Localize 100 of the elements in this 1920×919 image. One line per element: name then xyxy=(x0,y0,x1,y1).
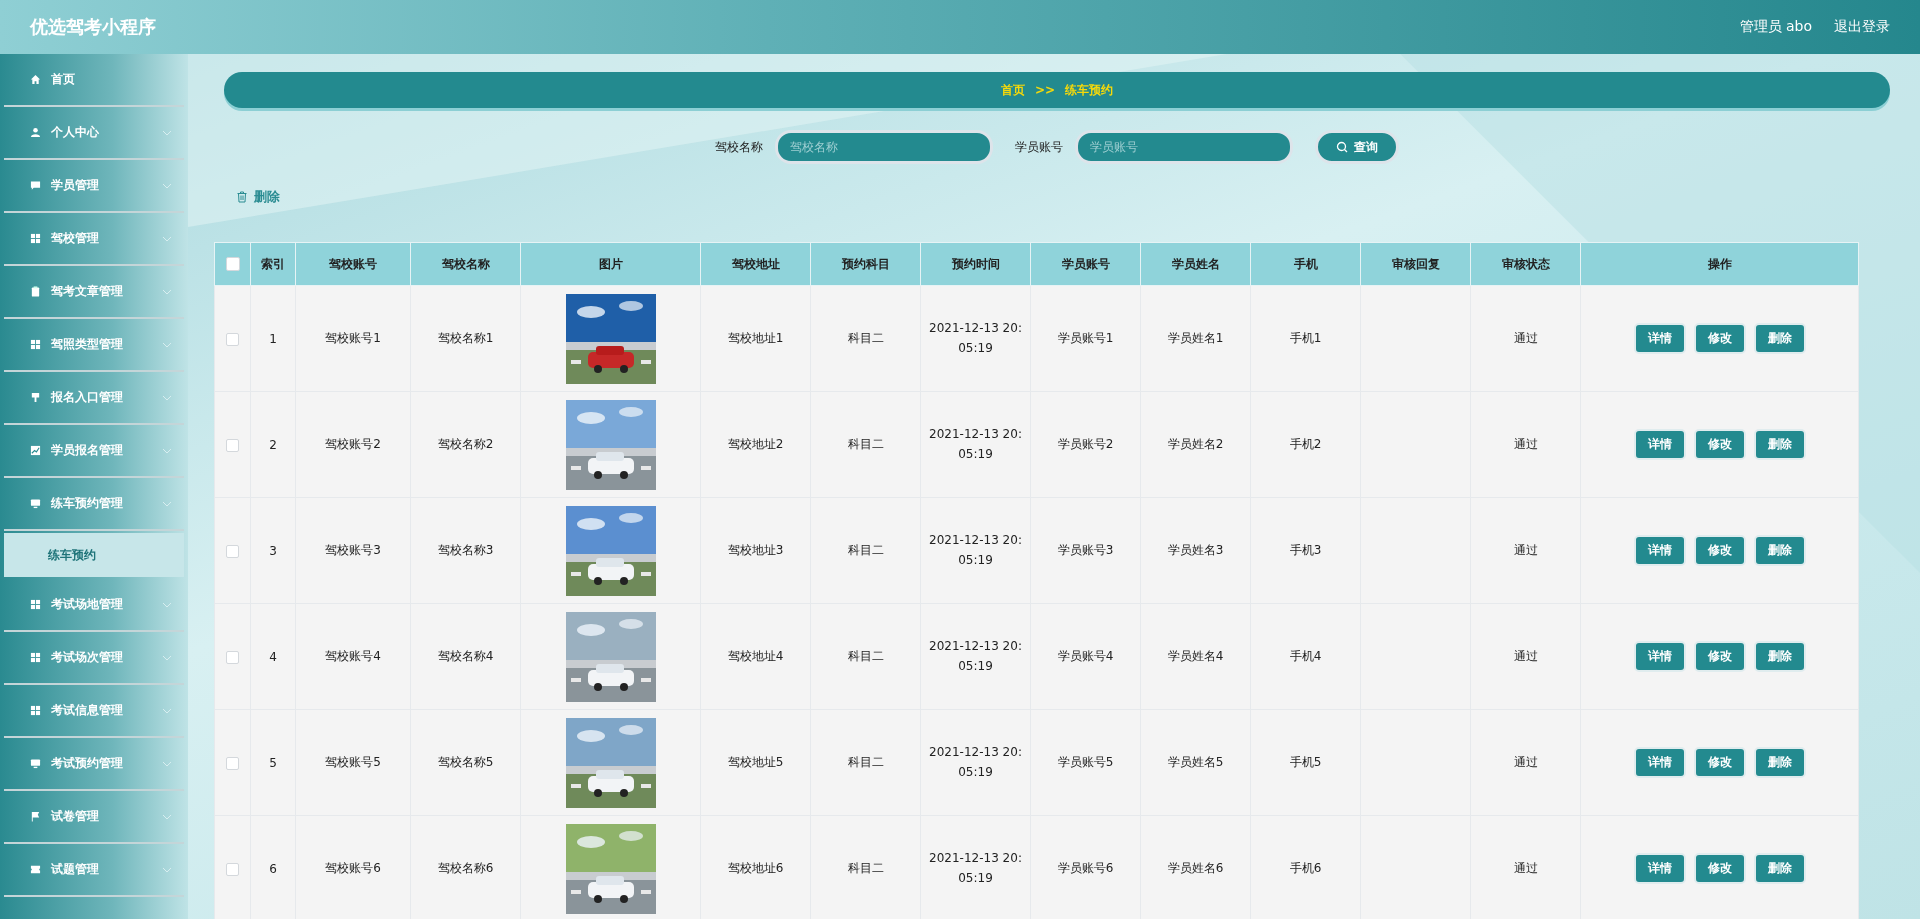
menu-item[interactable]: 驾校管理 xyxy=(4,213,184,266)
delete-button[interactable]: 删除 xyxy=(1753,641,1806,672)
edit-button[interactable]: 修改 xyxy=(1693,535,1746,566)
table-cell: 手机3 xyxy=(1250,497,1361,604)
checkbox[interactable] xyxy=(226,862,239,876)
menu-item[interactable]: 首页 xyxy=(4,54,184,107)
menu-item[interactable]: 试卷管理 xyxy=(4,791,184,844)
column-header: 索引 xyxy=(250,242,296,286)
table-cell: 驾校名称1 xyxy=(410,285,521,392)
edit-button[interactable]: 修改 xyxy=(1693,323,1746,354)
table-cell: 2021-12-13 20:05:19 xyxy=(920,497,1031,604)
details-button[interactable]: 详情 xyxy=(1633,853,1686,884)
column-header: 学员姓名 xyxy=(1140,242,1251,286)
search-button[interactable]: 查询 xyxy=(1315,130,1399,164)
table-cell: 2021-12-13 20:05:19 xyxy=(920,815,1031,919)
column-header: 图片 xyxy=(520,242,701,286)
delete-button[interactable]: 删除 xyxy=(1753,535,1806,566)
table-cell: 手机1 xyxy=(1250,285,1361,392)
table-cell: 学员账号4 xyxy=(1030,603,1141,710)
table-cell: 1 xyxy=(250,285,296,392)
table-cell: 通过 xyxy=(1470,285,1581,392)
table-cell: 驾校地址4 xyxy=(700,603,811,710)
edit-button[interactable]: 修改 xyxy=(1693,747,1746,778)
table-cell: 5 xyxy=(250,709,296,816)
column-header: 驾校账号 xyxy=(295,242,411,286)
menu-item[interactable]: 驾照类型管理 xyxy=(4,319,184,372)
menu-item[interactable]: 考试预约管理 xyxy=(4,738,184,791)
search-field[interactable]: 驾校名称 xyxy=(775,130,993,164)
table-cell: 通过 xyxy=(1470,815,1581,919)
delete-button[interactable]: 删除 xyxy=(1753,853,1806,884)
details-button[interactable]: 详情 xyxy=(1633,323,1686,354)
search-icon xyxy=(1336,141,1348,153)
details-button[interactable]: 详情 xyxy=(1633,429,1686,460)
menu-item[interactable]: 练车预约管理 xyxy=(4,478,184,531)
menu-item[interactable]: 报名入口管理 xyxy=(4,372,184,425)
table-cell: 学员姓名3 xyxy=(1140,497,1251,604)
menu-item[interactable]: 考试信息管理 xyxy=(4,685,184,738)
column-header: 操作 xyxy=(1580,242,1859,286)
checkbox[interactable] xyxy=(226,438,239,452)
details-button[interactable]: 详情 xyxy=(1633,535,1686,566)
table-cell: 驾校名称4 xyxy=(410,603,521,710)
table-cell: 驾校名称6 xyxy=(410,815,521,919)
table-cell: 科目二 xyxy=(810,391,921,498)
table-cell: 2021-12-13 20:05:19 xyxy=(920,285,1031,392)
table-cell: 驾校账号3 xyxy=(295,497,411,604)
table-cell: 驾校账号2 xyxy=(295,391,411,498)
breadcrumb-separator: >> xyxy=(1034,83,1056,97)
edit-button[interactable]: 修改 xyxy=(1693,641,1746,672)
monitor-icon xyxy=(30,498,41,509)
table-cell: 通过 xyxy=(1470,603,1581,710)
checkbox[interactable] xyxy=(226,756,239,770)
table-cell: 手机4 xyxy=(1250,603,1361,710)
grid-icon xyxy=(30,705,41,716)
checkbox[interactable] xyxy=(226,332,239,346)
menu-item[interactable]: 考试场地管理 xyxy=(4,579,184,632)
logout-link[interactable]: 退出登录 xyxy=(1834,18,1890,36)
table-cell: 科目二 xyxy=(810,815,921,919)
table-cell: 驾校账号1 xyxy=(295,285,411,392)
table-cell: 手机2 xyxy=(1250,391,1361,498)
menu-item[interactable]: 学员报名管理 xyxy=(4,425,184,478)
grid-icon xyxy=(30,339,41,350)
details-button[interactable]: 详情 xyxy=(1633,747,1686,778)
trash-icon xyxy=(236,191,248,203)
table-cell: 学员姓名1 xyxy=(1140,285,1251,392)
table-cell: 学员姓名4 xyxy=(1140,603,1251,710)
menu-item[interactable]: 考试场次管理 xyxy=(4,632,184,685)
field-label: 驾校名称 xyxy=(715,138,763,156)
home-icon xyxy=(30,74,41,85)
search-field[interactable]: 学员账号 xyxy=(1075,130,1293,164)
edit-button[interactable]: 修改 xyxy=(1693,429,1746,460)
menu-item[interactable]: 驾考文章管理 xyxy=(4,266,184,319)
column-header: 审核状态 xyxy=(1470,242,1581,286)
column-header: 预约科目 xyxy=(810,242,921,286)
table-cell: 通过 xyxy=(1470,497,1581,604)
clipboard-icon xyxy=(30,286,41,297)
details-button[interactable]: 详情 xyxy=(1633,641,1686,672)
table-cell: 驾校地址5 xyxy=(700,709,811,816)
delete-button[interactable]: 删除 xyxy=(1753,429,1806,460)
table-cell: 驾校名称3 xyxy=(410,497,521,604)
table-cell: 3 xyxy=(250,497,296,604)
menu-item[interactable]: 个人中心 xyxy=(4,107,184,160)
table-cell: 科目二 xyxy=(810,285,921,392)
table-cell: 学员姓名6 xyxy=(1140,815,1251,919)
breadcrumb-current: 练车预约 xyxy=(1065,81,1114,99)
delete-button[interactable]: 删除 xyxy=(1753,747,1806,778)
menu-item[interactable]: 试题管理 xyxy=(4,844,184,897)
submenu-item[interactable]: 练车预约 xyxy=(4,533,184,577)
menu-item[interactable]: 学员管理 xyxy=(4,160,184,213)
edit-button[interactable]: 修改 xyxy=(1693,853,1746,884)
checkbox[interactable] xyxy=(226,544,239,558)
breadcrumb-link[interactable]: 首页 xyxy=(1000,81,1025,99)
checkbox[interactable] xyxy=(225,257,240,272)
checkbox[interactable] xyxy=(226,650,239,664)
table-cell: 驾校账号5 xyxy=(295,709,411,816)
delete-button[interactable]: 删除 xyxy=(1753,323,1806,354)
table-cell: 学员姓名2 xyxy=(1140,391,1251,498)
column-header: 驾校名称 xyxy=(410,242,521,286)
table-cell: 学员账号3 xyxy=(1030,497,1141,604)
table-cell: 通过 xyxy=(1470,709,1581,816)
delete-button[interactable]: 删除 xyxy=(236,188,280,206)
